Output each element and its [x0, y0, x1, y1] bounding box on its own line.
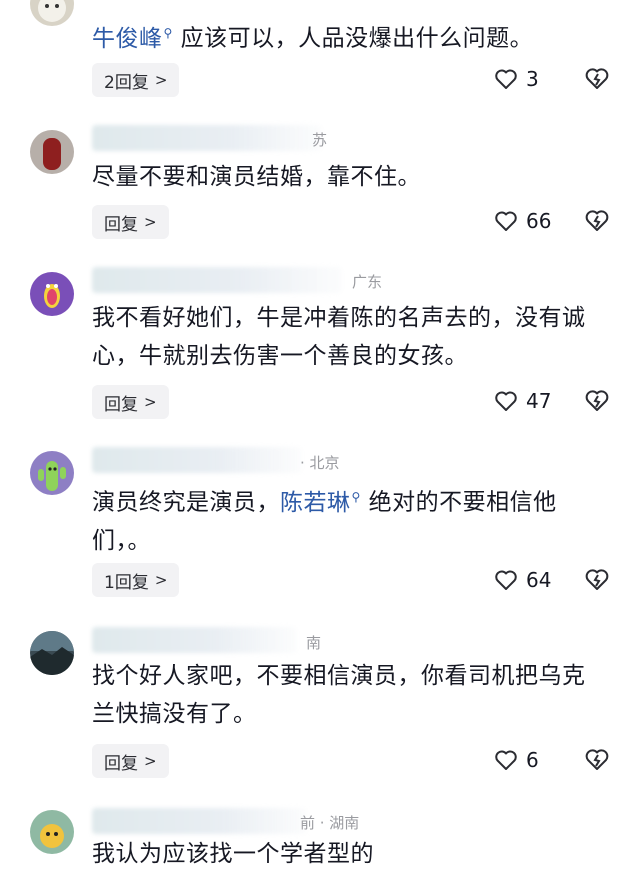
location-label: 苏	[312, 131, 328, 149]
chevron-right-icon: >	[144, 393, 157, 411]
avatar-purple-monster-icon	[44, 284, 60, 308]
broken-heart-icon	[585, 68, 609, 89]
broken-heart-icon	[585, 390, 609, 411]
username-blurred[interactable]	[92, 447, 302, 473]
reply-button[interactable]: 1回复 >	[92, 563, 180, 597]
username-blurred[interactable]	[92, 808, 307, 834]
avatar[interactable]	[30, 130, 74, 174]
like-button[interactable]: 47	[494, 389, 551, 413]
avatar-red-figure-icon	[43, 138, 61, 170]
dislike-button[interactable]	[584, 209, 610, 237]
comment-text-start: 演员终究是演员，	[92, 489, 280, 516]
location-label: 南	[306, 634, 322, 652]
reply-button-label: 2回复	[104, 72, 149, 93]
heart-icon	[495, 69, 517, 89]
comment-text-body: 应该可以，人品没爆出什么问题。	[180, 25, 534, 52]
like-count: 66	[526, 209, 552, 233]
like-button[interactable]: 64	[494, 568, 551, 592]
reply-button-label: 回复	[104, 214, 138, 235]
like-button[interactable]: 66	[494, 209, 551, 233]
comment-text: 演员终究是演员，陈若琳⚲ 绝对的不要相信他们，。	[92, 478, 602, 560]
broken-heart-icon	[585, 210, 609, 231]
comment-text: 我不看好她们，牛是冲着陈的名声去的，没有诚心，牛就别去伤害一个善良的女孩。	[92, 305, 586, 369]
dislike-button[interactable]	[584, 568, 610, 596]
avatar[interactable]	[30, 631, 74, 675]
avatar[interactable]	[30, 451, 74, 495]
avatar[interactable]	[30, 0, 74, 26]
avatar-white-cat-icon	[38, 0, 66, 22]
mention-link[interactable]: 牛俊峰⚲	[92, 26, 173, 52]
location-label: · 北京	[300, 454, 340, 472]
like-count: 3	[526, 67, 539, 91]
chevron-right-icon: >	[144, 752, 157, 770]
heart-icon	[495, 391, 517, 411]
heart-icon	[495, 570, 517, 590]
search-icon: ⚲	[163, 26, 173, 40]
username-blurred[interactable]	[92, 267, 342, 293]
location-label: 前 · 湖南	[300, 814, 360, 832]
comment-text: 牛俊峰⚲ 应该可以，人品没爆出什么问题。	[92, 14, 612, 58]
reply-button-label: 回复	[104, 753, 138, 774]
like-button[interactable]: 3	[494, 67, 539, 91]
avatar[interactable]	[30, 272, 74, 316]
mention-link[interactable]: 陈若琳⚲	[280, 490, 361, 516]
dislike-button[interactable]	[584, 67, 610, 95]
comment-text: 我认为应该找一个学者型的	[92, 841, 374, 867]
avatar-dark-landscape-icon	[30, 631, 74, 675]
chevron-right-icon: >	[154, 71, 168, 89]
search-icon: ⚲	[351, 490, 361, 504]
heart-icon	[495, 750, 517, 770]
broken-heart-icon	[585, 569, 609, 590]
location-label: 广东	[352, 273, 383, 291]
broken-heart-icon	[585, 749, 609, 770]
avatar-cactus-icon	[38, 461, 66, 491]
reply-button-label: 1回复	[104, 572, 149, 593]
dislike-button[interactable]	[584, 748, 610, 776]
dislike-button[interactable]	[584, 389, 610, 417]
comment-text: 找个好人家吧，不要相信演员，你看司机把乌克兰快搞没有了。	[92, 663, 586, 727]
avatar[interactable]	[30, 810, 74, 854]
username-blurred[interactable]	[92, 125, 322, 151]
heart-icon	[495, 211, 517, 231]
chevron-right-icon: >	[154, 571, 168, 589]
like-button[interactable]: 6	[494, 748, 539, 772]
reply-button[interactable]: 2回复 >	[92, 63, 180, 97]
reply-button[interactable]: 回复 >	[92, 205, 169, 239]
username-blurred[interactable]	[92, 627, 297, 653]
avatar-cartoon-icon	[40, 824, 64, 848]
reply-button[interactable]: 回复 >	[92, 744, 169, 778]
reply-button-label: 回复	[104, 394, 138, 415]
like-count: 47	[526, 389, 552, 413]
comment-text: 尽量不要和演员结婚，靠不住。	[92, 164, 421, 190]
chevron-right-icon: >	[144, 213, 157, 231]
reply-button[interactable]: 回复 >	[92, 385, 169, 419]
like-count: 64	[526, 568, 552, 592]
like-count: 6	[526, 748, 539, 772]
